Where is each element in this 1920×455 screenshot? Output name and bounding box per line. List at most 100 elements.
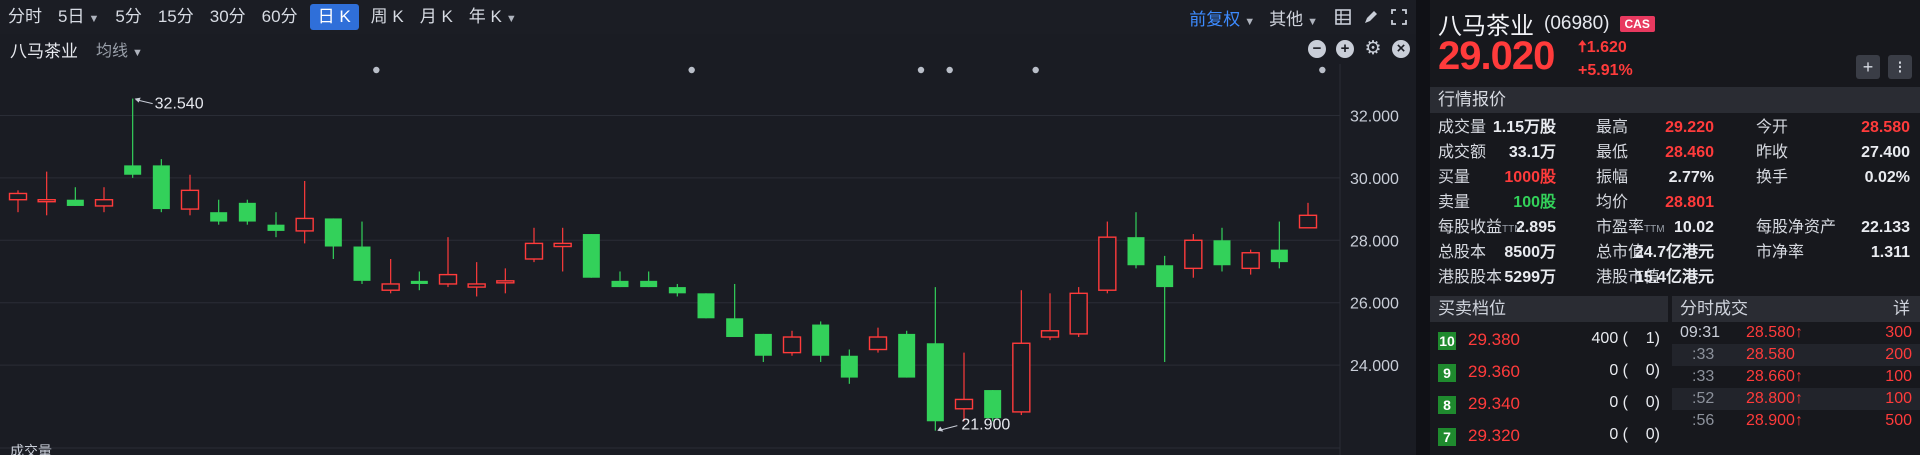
chart-controls: − + ⚙ × [1298, 39, 1410, 58]
period-tab[interactable]: 周 K [363, 4, 412, 30]
quote-label-text: 港股股本 [1438, 269, 1503, 286]
period-tab[interactable]: 分时 [0, 4, 50, 30]
quote-label: 今开 [1756, 115, 1788, 140]
period-tab-label: 月 K [419, 7, 453, 26]
price-change: 🠅1.620 [1578, 36, 1627, 63]
tick-time: :52 [1692, 390, 1715, 407]
candle-body [1184, 239, 1203, 270]
order-book-row[interactable]: 8 29.340 0 ( 0) [1430, 388, 1668, 420]
panel-divider[interactable] [1416, 0, 1430, 455]
quote-label-text: 市盈率 [1596, 219, 1645, 236]
period-tab[interactable]: 年 K ▼ [461, 4, 525, 30]
y-tick-label: 26.000 [1350, 296, 1399, 313]
candlestick-chart[interactable]: 32.000 30.000 28.000 26.000 24.000 32.540 21.9… [0, 64, 1416, 455]
quote-label-text: 每股净资产 [1756, 219, 1837, 236]
more-button[interactable]: ⁝ [1888, 55, 1912, 79]
candle-body [152, 165, 170, 210]
tick-price: 28.580 [1746, 346, 1795, 363]
y-tick-label: 30.000 [1350, 171, 1399, 188]
book-quantity: 0 ( 0) [1609, 426, 1660, 443]
tick-row: :33 28.660↑ 100 [1672, 366, 1920, 388]
draw-pen-icon[interactable] [1360, 6, 1382, 28]
quote-value: 28.460 [1665, 144, 1714, 161]
fullscreen-icon[interactable] [1388, 6, 1410, 28]
period-tab[interactable]: 15分 [150, 4, 202, 30]
adjust-dropdown[interactable]: 前复权 ▼ [1189, 5, 1255, 30]
chevron-down-icon: ▼ [88, 13, 100, 25]
ma-dropdown[interactable]: 均线 ▼ [96, 37, 143, 61]
quote-label: 换手 [1756, 165, 1788, 190]
grid-layout-icon[interactable] [1332, 6, 1354, 28]
tick-price: 28.580↑ [1746, 324, 1803, 341]
event-marker-dot [1032, 66, 1039, 74]
candle-body [640, 280, 658, 288]
quote-value: 33.1万 [1508, 144, 1556, 161]
period-tabs: 分时 5日 ▼ 5分 15分 30分 60分日 K周 K月 K年 K ▼ [0, 4, 525, 30]
ticks-detail-button[interactable]: 详 [1893, 296, 1910, 322]
tick-price: 28.800↑ [1746, 390, 1803, 407]
candle-body [1127, 237, 1145, 266]
add-watchlist-button[interactable]: + [1856, 55, 1880, 79]
level-badge: 10 [1438, 332, 1456, 350]
quote-label-text: 买量 [1438, 169, 1471, 186]
quote-value: 27.400 [1861, 144, 1910, 161]
period-tab[interactable]: 60分 [254, 4, 306, 30]
candle-body [812, 324, 830, 356]
candle-body [1069, 292, 1088, 335]
period-tab-label: 15分 [157, 7, 194, 26]
candle-body [410, 280, 428, 284]
quote-row: 总股本 8500万 总市值 24.7亿港元 市净率 1.311 [1430, 240, 1920, 265]
chart-stock-name: 八马茶业 [10, 41, 78, 61]
level-badge: 9 [1438, 364, 1456, 382]
tick-row: 09:31 28.580↑ 300 [1672, 322, 1920, 344]
quote-value: 8500万 [1504, 244, 1556, 261]
panel-buttons: + ⁝ [1848, 55, 1912, 79]
candle-body [1012, 342, 1031, 413]
period-tab[interactable]: 30分 [202, 4, 254, 30]
book-price: 29.340 [1468, 394, 1520, 413]
candle-body [124, 165, 142, 175]
period-tab[interactable]: 5分 [107, 4, 149, 30]
quote-section-header: 行情报价 [1430, 87, 1920, 113]
ttm-tag: TTM [1644, 224, 1665, 235]
tick-volume: 300 [1885, 324, 1912, 341]
period-tab-label: 周 K [370, 7, 404, 26]
period-tab-label: 5日 [58, 7, 85, 26]
order-book-row[interactable]: 10 29.380 400 ( 1) [1430, 324, 1668, 356]
quote-label: 市净率 [1756, 240, 1804, 265]
close-icon[interactable]: × [1392, 40, 1410, 58]
period-tab[interactable]: 月 K [412, 4, 461, 30]
order-book-row[interactable]: 7 29.320 0 ( 0) [1430, 420, 1668, 452]
quote-grid: 成交量 1.15万股 最高 29.220 今开 28.580 成交额 33.1万 最低 28.46… [1430, 115, 1920, 290]
period-tab[interactable]: 5日 ▼ [50, 4, 107, 30]
candle-body [238, 202, 256, 222]
tick-time: :33 [1692, 346, 1715, 363]
quote-value: 15.4亿港元 [1634, 269, 1714, 286]
candle-body [267, 224, 285, 231]
period-tab[interactable]: 日 K [309, 4, 359, 30]
quote-label-text: 每股收益 [1438, 219, 1503, 236]
quote-label: 昨收 [1756, 140, 1788, 165]
ticks-header-label: 分时成交 [1680, 299, 1748, 318]
quote-label: 买量 [1438, 165, 1470, 190]
event-marker-dot [1319, 66, 1326, 74]
quote-value: 29.220 [1665, 119, 1714, 136]
quote-label: 港股股本 [1438, 265, 1502, 290]
quote-label-text: 换手 [1756, 169, 1789, 186]
quote-label-text: 昨收 [1756, 144, 1789, 161]
plus-icon[interactable]: + [1336, 40, 1354, 58]
quote-label-text: 市净率 [1756, 244, 1805, 261]
quote-value: 2.895 [1515, 219, 1556, 236]
quote-value: 5299万 [1504, 269, 1556, 286]
candle-body [697, 293, 715, 319]
book-quantity: 0 ( 0) [1609, 394, 1660, 411]
minus-icon[interactable]: − [1308, 40, 1326, 58]
book-price: 29.320 [1468, 426, 1520, 445]
quote-value: 2.77% [1668, 169, 1714, 186]
last-price: 29.020 [1438, 34, 1555, 78]
other-dropdown[interactable]: 其他 ▼ [1269, 5, 1318, 30]
gear-icon[interactable]: ⚙ [1364, 39, 1382, 58]
order-book-header: 买卖档位 [1430, 296, 1668, 322]
chevron-down-icon: ▼ [1307, 15, 1318, 28]
order-book-row[interactable]: 9 29.360 0 ( 0) [1430, 356, 1668, 388]
